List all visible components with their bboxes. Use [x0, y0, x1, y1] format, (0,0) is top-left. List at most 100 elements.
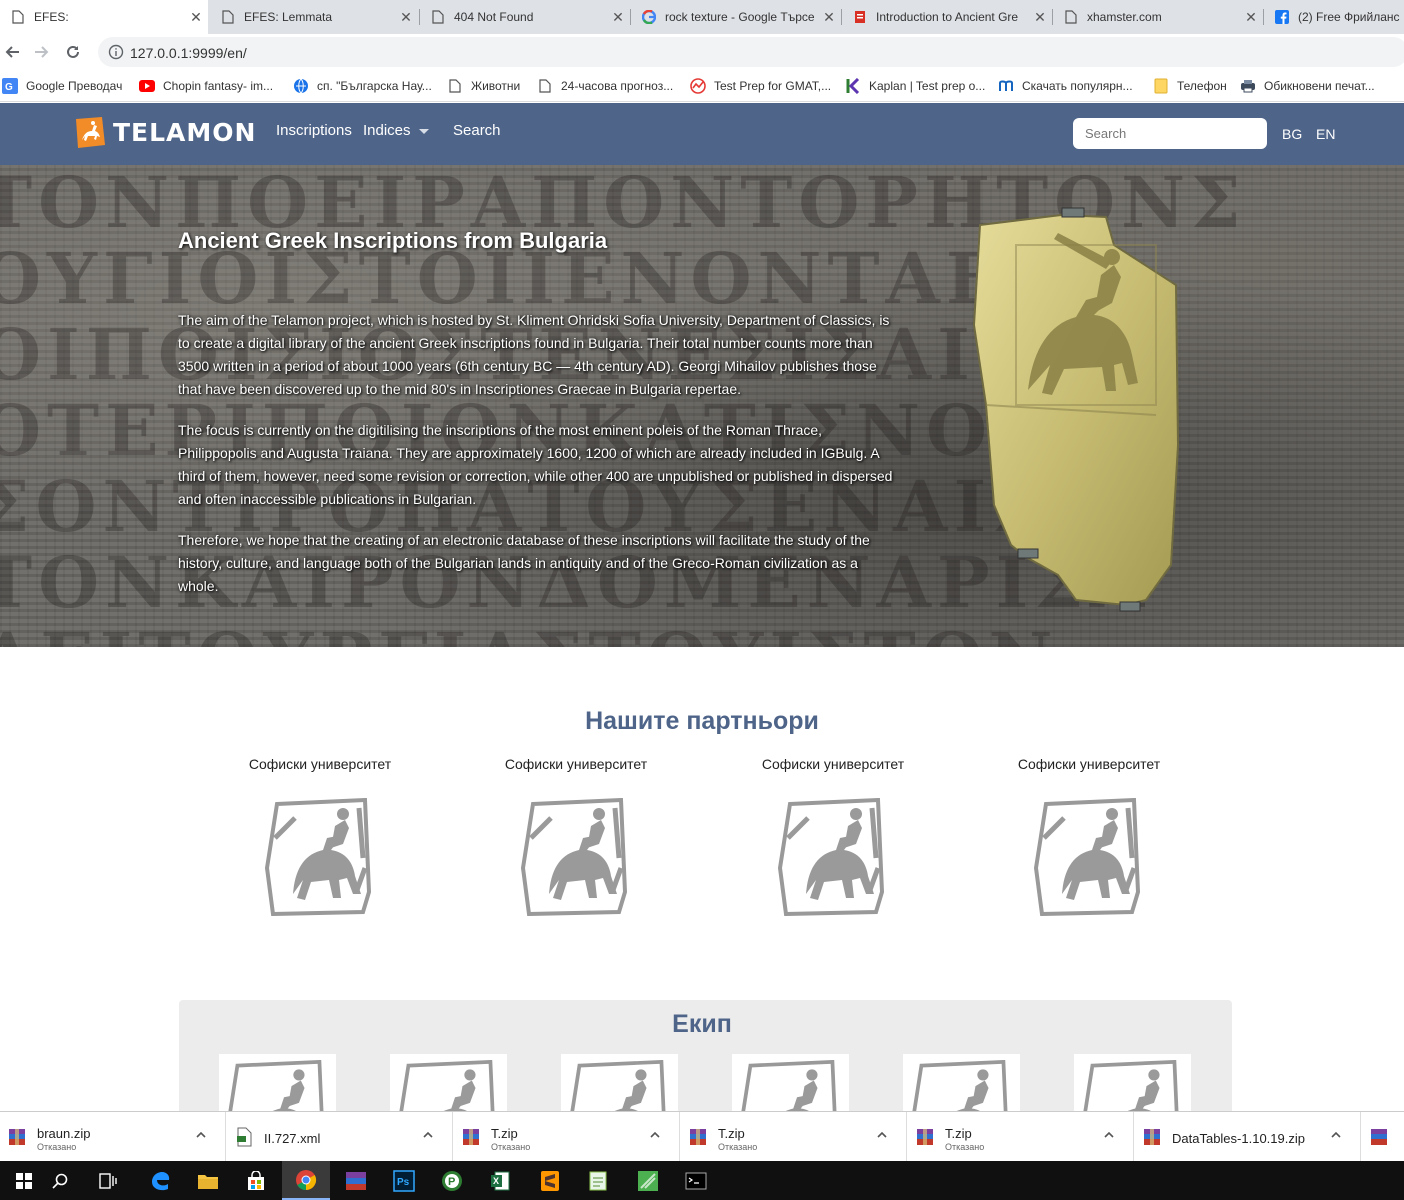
- bookmark[interactable]: Chopin fantasy- im...: [139, 76, 273, 96]
- close-icon[interactable]: ✕: [1028, 9, 1052, 26]
- site-navbar: TELAMON Inscriptions Indices Search BG E…: [0, 103, 1404, 165]
- back-button[interactable]: [0, 39, 26, 65]
- browser-tab[interactable]: EFES: Lemmata ✕: [210, 0, 418, 34]
- hero-title: Ancient Greek Inscriptions from Bulgaria: [178, 228, 608, 253]
- chevron-up-icon[interactable]: [876, 1129, 888, 1141]
- browser-tab[interactable]: Introduction to Ancient Gre ✕: [842, 0, 1052, 34]
- archive-icon: [917, 1129, 933, 1145]
- svg-text:X: X: [493, 1176, 499, 1186]
- store-icon[interactable]: [232, 1161, 280, 1200]
- svg-text:P: P: [448, 1176, 455, 1188]
- page-icon: [537, 78, 553, 94]
- bookmarks-bar: G Google Преводач Chopin fantasy- im... …: [0, 70, 1404, 102]
- browser-tab[interactable]: xhamster.com ✕: [1053, 0, 1263, 34]
- pdf-icon: [852, 9, 868, 25]
- close-icon[interactable]: ✕: [817, 9, 841, 26]
- search-input[interactable]: [1073, 118, 1267, 149]
- lang-en-link[interactable]: EN: [1316, 126, 1335, 142]
- photoshop-icon[interactable]: Ps: [380, 1161, 428, 1200]
- bookmark-label: 24-часова прогноз...: [561, 79, 674, 93]
- nav-inscriptions[interactable]: Inscriptions: [276, 122, 352, 139]
- download-item[interactable]: II.727.xml: [227, 1112, 453, 1162]
- cmd-icon[interactable]: [672, 1161, 720, 1200]
- close-icon[interactable]: ✕: [184, 9, 208, 26]
- download-item[interactable]: braun.zip Отказано: [0, 1112, 226, 1162]
- bookmark-label: Скачать популярн...: [1022, 79, 1133, 93]
- bookmark[interactable]: Скачать популярн...: [998, 76, 1133, 96]
- google-icon: [641, 9, 657, 25]
- page-icon: [220, 9, 236, 25]
- excel-icon[interactable]: X: [476, 1161, 524, 1200]
- partner-name: Софиски университет: [504, 756, 648, 772]
- downloads-bar: braun.zip Отказано II.727.xml T.zip Отка…: [0, 1111, 1404, 1162]
- chevron-up-icon[interactable]: [1330, 1129, 1342, 1141]
- bookmark[interactable]: сп. "Българска Нау...: [293, 76, 432, 96]
- task-view-icon[interactable]: [84, 1161, 132, 1200]
- download-item[interactable]: T.zip Отказано: [454, 1112, 680, 1162]
- chevron-up-icon[interactable]: [422, 1129, 434, 1141]
- nav-search[interactable]: Search: [453, 122, 501, 139]
- download-item[interactable]: T.zip Отказано: [908, 1112, 1134, 1162]
- forward-button[interactable]: [28, 39, 54, 65]
- browser-tab[interactable]: rock texture - Google Търсе ✕: [631, 0, 841, 34]
- edge-icon[interactable]: [136, 1161, 184, 1200]
- bookmark-label: Test Prep for GMAT,...: [714, 79, 832, 93]
- address-bar[interactable]: 127.0.0.1:9999/en/: [98, 37, 1404, 67]
- notepad-icon[interactable]: [574, 1161, 622, 1200]
- download-status: Отказано: [37, 1142, 77, 1152]
- browser-tab-strip: EFES: ✕ EFES: Lemmata ✕ 404 Not Found ✕ …: [0, 0, 1404, 34]
- file-explorer-icon[interactable]: [184, 1161, 232, 1200]
- archive-icon: [463, 1129, 479, 1145]
- bookmark[interactable]: Телефон: [1153, 76, 1227, 96]
- hero-paragraph: Therefore, we hope that the creating of …: [178, 532, 870, 594]
- bookmark-label: Kaplan | Test prep o...: [869, 79, 986, 93]
- app-green-icon[interactable]: [624, 1161, 672, 1200]
- horseman-logo-icon: [777, 797, 885, 917]
- bookmark[interactable]: Test Prep for GMAT,...: [690, 76, 831, 96]
- chevron-up-icon[interactable]: [1103, 1129, 1115, 1141]
- download-item[interactable]: T.zip Отказано: [681, 1112, 907, 1162]
- partner-card[interactable]: Софиски университет: [974, 756, 1204, 921]
- search-icon[interactable]: [36, 1161, 84, 1200]
- close-icon[interactable]: ✕: [606, 9, 630, 26]
- url-text[interactable]: 127.0.0.1:9999/en/: [130, 45, 247, 61]
- hero-paragraph: The focus is currently on the digitilisi…: [178, 422, 893, 507]
- download-filename: T.zip: [945, 1126, 972, 1141]
- partner-card[interactable]: Софиски университет: [205, 756, 435, 921]
- lang-bg-link[interactable]: BG: [1282, 126, 1302, 142]
- partner-card[interactable]: Софиски университет: [461, 756, 691, 921]
- browser-tab[interactable]: 404 Not Found ✕: [420, 0, 630, 34]
- hero-paragraph: The aim of the Telamon project, which is…: [178, 312, 890, 397]
- browser-tab[interactable]: (2) Free Фрийланс: [1264, 0, 1404, 34]
- bookmark[interactable]: G Google Преводач: [2, 76, 122, 96]
- tab-title: EFES:: [34, 10, 69, 24]
- sublime-icon[interactable]: [526, 1161, 574, 1200]
- svg-text:G: G: [5, 82, 13, 93]
- chevron-up-icon[interactable]: [195, 1129, 207, 1141]
- site-logo[interactable]: TELAMON: [73, 112, 256, 152]
- archive-icon: [1371, 1129, 1387, 1145]
- horseman-logo-icon: [264, 797, 372, 917]
- close-icon[interactable]: ✕: [1239, 9, 1263, 26]
- svg-text:Ps: Ps: [397, 1177, 410, 1188]
- download-item[interactable]: DataTables-1.10.19.zip: [1135, 1112, 1361, 1162]
- download-item[interactable]: [1362, 1112, 1404, 1162]
- bookmark[interactable]: Kaplan | Test prep o...: [845, 76, 985, 96]
- chevron-up-icon[interactable]: [649, 1129, 661, 1141]
- reload-button[interactable]: [60, 39, 86, 65]
- chrome-icon[interactable]: [282, 1161, 330, 1200]
- partner-card[interactable]: Софиски университет: [718, 756, 948, 921]
- folder-icon: [1153, 78, 1169, 94]
- bookmark[interactable]: Обикновени печат...: [1240, 76, 1375, 96]
- close-icon[interactable]: ✕: [394, 9, 418, 26]
- browser-toolbar: 127.0.0.1:9999/en/: [0, 34, 1404, 70]
- nav-indices[interactable]: Indices: [363, 122, 429, 139]
- printer-icon: [1240, 78, 1256, 94]
- bookmark[interactable]: 24-часова прогноз...: [537, 76, 673, 96]
- download-filename: T.zip: [718, 1126, 745, 1141]
- reload-icon: [67, 45, 79, 58]
- bookmark[interactable]: Животни: [447, 76, 520, 96]
- browser-tab[interactable]: EFES: ✕: [0, 0, 208, 34]
- app-p-icon[interactable]: P: [428, 1161, 476, 1200]
- winrar-icon[interactable]: [332, 1161, 380, 1200]
